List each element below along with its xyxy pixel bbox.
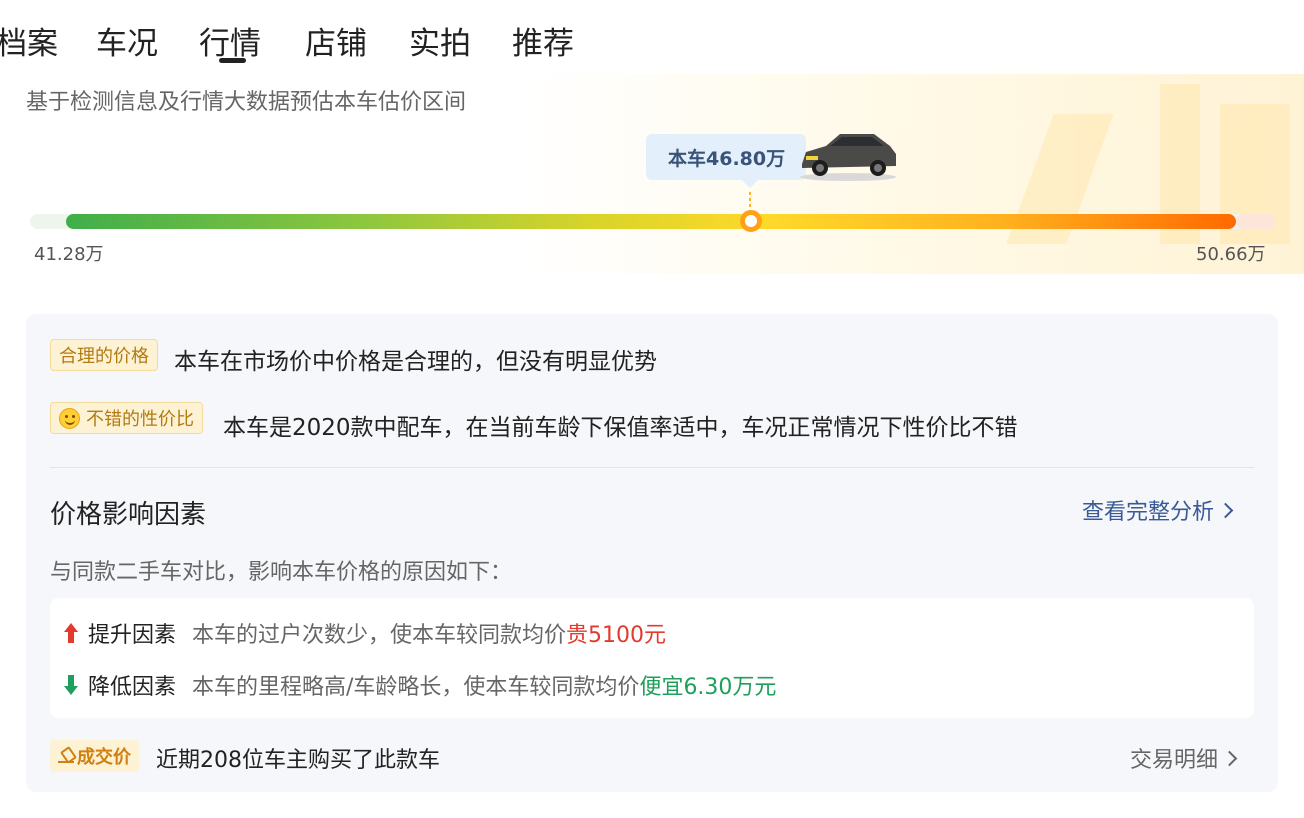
deal-price-badge: 成交价 [50, 740, 139, 772]
lower-factor-desc: 本车的里程略高/车龄略长，使本车较同款均价 [192, 675, 640, 700]
current-price-marker [740, 210, 762, 232]
range-min-label: 41.28万 [34, 244, 104, 265]
car-thumbnail [800, 134, 896, 181]
price-range-bar [66, 214, 1236, 229]
raise-factor-row: 提升因素 本车的过户次数少，使本车较同款均价 贵5100元 [64, 617, 666, 649]
arrow-down-icon [64, 675, 78, 695]
chevron-right-icon [1221, 750, 1238, 767]
value-badge: 不错的性价比 [50, 402, 203, 434]
reasonable-price-badge: 合理的价格 [50, 339, 158, 371]
lower-factor-amount: 便宜6.30万元 [639, 675, 777, 700]
factors-title: 价格影响因素 [50, 500, 207, 530]
current-price-label: 本车46.80万 [668, 148, 786, 170]
smile-icon [59, 407, 80, 429]
marker-guide-line [749, 192, 751, 212]
tab-market[interactable]: 行情 [199, 18, 261, 63]
transaction-details-link-label: 交易明细 [1130, 748, 1219, 773]
price-analysis-card [26, 314, 1278, 792]
tab-dealer[interactable]: 店铺 [305, 18, 367, 63]
deal-summary-text: 近期208位车主购买了此款车 [156, 748, 440, 773]
tab-bar: 档案 车况 行情 店铺 实拍 推荐 [0, 0, 700, 72]
reasonable-price-badge-label: 合理的价格 [59, 346, 149, 367]
factors-description: 与同款二手车对比，影响本车价格的原因如下： [50, 560, 513, 585]
raise-factor-amount: 贵5100元 [566, 623, 667, 648]
tab-recommend[interactable]: 推荐 [512, 18, 574, 63]
estimate-subtitle: 基于检测信息及行情大数据预估本车估价区间 [26, 90, 467, 115]
tab-photos[interactable]: 实拍 [409, 18, 471, 63]
raise-factor-label: 提升因素 [88, 623, 177, 648]
chevron-right-icon [1217, 502, 1234, 519]
tab-archive[interactable]: 档案 [0, 18, 58, 63]
deal-price-badge-label: 成交价 [77, 747, 131, 768]
hammer-icon [58, 748, 74, 764]
reasonable-price-text: 本车在市场价中价格是合理的，但没有明显优势 [174, 349, 657, 375]
active-tab-indicator [219, 58, 246, 63]
card-divider [50, 467, 1254, 468]
full-analysis-link[interactable]: 查看完整分析 [1082, 494, 1234, 526]
price-range-tail [1236, 214, 1276, 229]
full-analysis-link-label: 查看完整分析 [1082, 500, 1215, 525]
raise-factor-desc: 本车的过户次数少，使本车较同款均价 [192, 623, 567, 648]
lower-factor-row: 降低因素 本车的里程略高/车龄略长，使本车较同款均价 便宜6.30万元 [64, 669, 776, 701]
lower-factor-label: 降低因素 [88, 675, 177, 700]
value-badge-label: 不错的性价比 [86, 409, 194, 430]
value-text: 本车是2020款中配车，在当前车龄下保值率适中，车况正常情况下性价比不错 [223, 415, 1018, 441]
range-max-label: 50.66万 [1196, 244, 1266, 265]
transaction-details-link[interactable]: 交易明细 [1130, 742, 1238, 774]
arrow-up-icon [64, 623, 78, 643]
tab-condition[interactable]: 车况 [96, 18, 158, 63]
